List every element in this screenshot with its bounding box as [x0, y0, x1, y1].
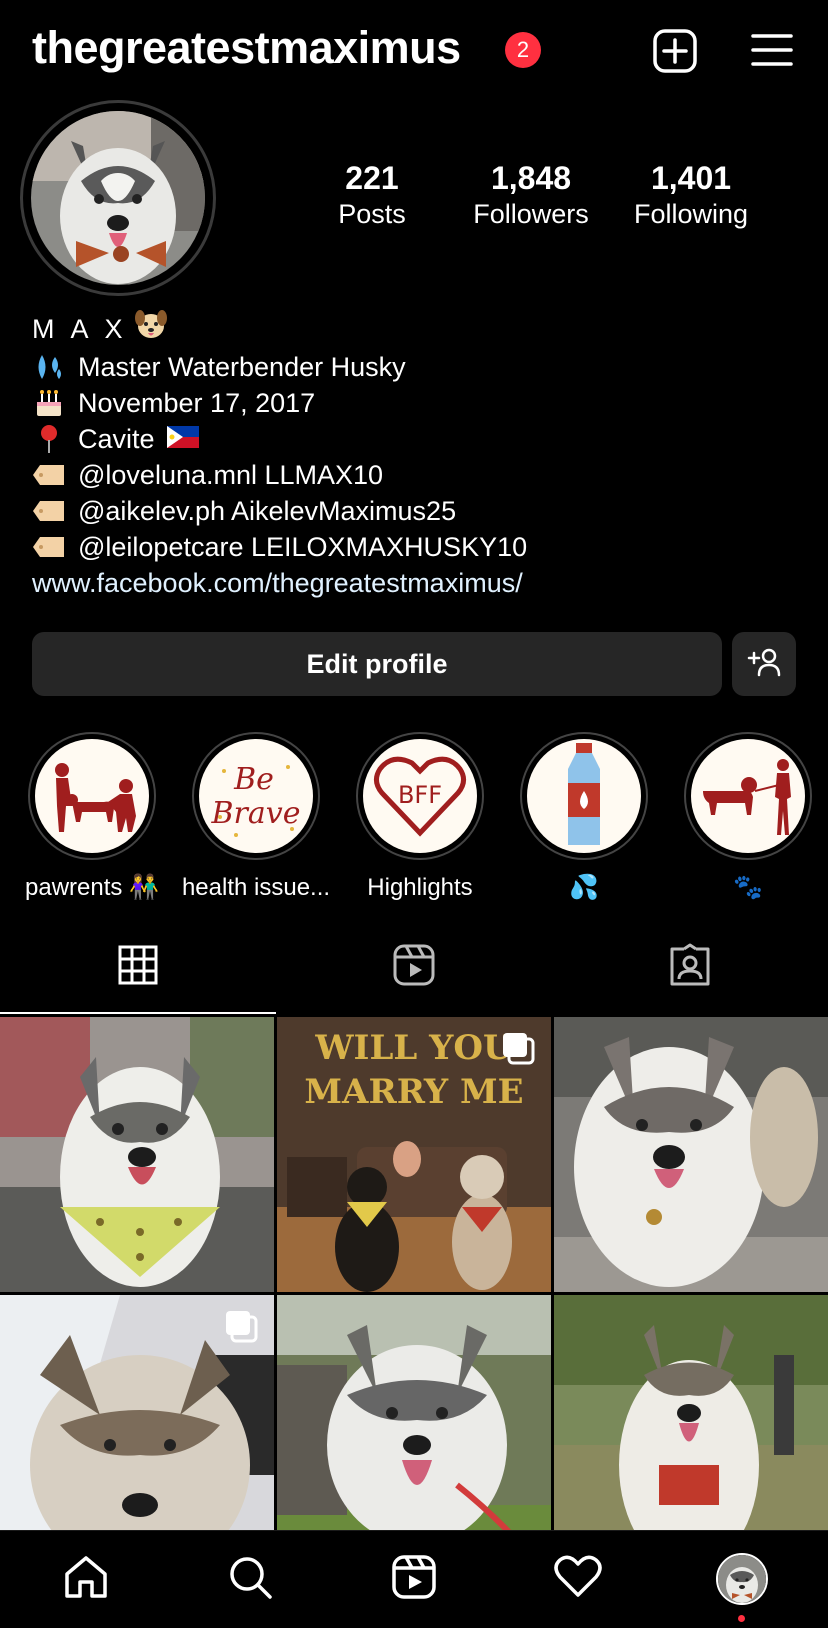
profile-avatar[interactable] — [31, 111, 205, 285]
water-bottle-icon — [527, 739, 641, 853]
highlight-ring — [520, 732, 648, 860]
bio-line-text: @loveluna.mnl LLMAX10 — [78, 460, 384, 490]
home-icon — [63, 1554, 109, 1605]
nav-activity[interactable] — [550, 1551, 606, 1607]
add-person-icon — [747, 647, 781, 682]
highlight-health-issue[interactable]: Be Brave health issue... — [174, 732, 338, 904]
bio-line-text: November 17, 2017 — [78, 388, 316, 418]
highlight-ring — [28, 732, 156, 860]
pin-icon — [32, 424, 66, 454]
edit-profile-button[interactable]: Edit profile — [32, 632, 722, 696]
grid-post-1[interactable] — [0, 1017, 274, 1292]
following-count[interactable]: 1,401 Following — [601, 160, 781, 232]
label-tag-icon — [32, 532, 66, 562]
discover-people-button[interactable] — [732, 632, 796, 696]
bio-website-link[interactable]: www.facebook.com/thegreatestmaximus/ — [32, 565, 802, 601]
username-title[interactable]: thegreatestmaximus — [32, 22, 461, 74]
bio-line-3: Cavite — [32, 421, 802, 457]
reels-icon — [391, 1554, 437, 1605]
grid-post-6[interactable] — [554, 1295, 828, 1570]
nav-search[interactable] — [222, 1551, 278, 1607]
bio-line-1: Master Waterbender Husky — [32, 349, 802, 385]
nav-reels[interactable] — [386, 1551, 442, 1607]
highlight-label: Highlights — [367, 874, 473, 901]
highlight-highlights[interactable]: BFF Highlights — [338, 732, 502, 904]
profile-notification-dot — [738, 1615, 745, 1622]
tab-tagged[interactable] — [552, 920, 828, 1014]
highlight-label: 💦 — [569, 874, 599, 901]
reels-icon — [392, 943, 436, 992]
family-dog-icon — [35, 739, 149, 853]
bio-line-6: @leilopetcare LEILOXMAXHUSKY10 — [32, 529, 802, 565]
dog-walk-icon — [691, 739, 805, 853]
profile-name: M A X — [32, 308, 802, 349]
bio-line-text: @leilopetcare LEILOXMAXHUSKY10 — [78, 532, 528, 562]
hamburger-menu-icon[interactable] — [750, 28, 796, 72]
svg-text:MARRY ME: MARRY ME — [304, 1072, 523, 1112]
label-tag-icon — [32, 460, 66, 490]
nav-home[interactable] — [58, 1551, 114, 1607]
highlight-ring: Be Brave — [192, 732, 320, 860]
active-tab-indicator — [0, 1012, 276, 1014]
bio-line-text: Cavite — [78, 424, 155, 454]
posts-value: 221 — [345, 160, 399, 196]
following-label: Following — [633, 199, 749, 229]
search-icon — [227, 1554, 273, 1605]
bottom-navigation — [0, 1530, 828, 1628]
grid-post-3[interactable] — [554, 1017, 828, 1292]
svg-text:WILL YOU: WILL YOU — [314, 1028, 512, 1068]
profile-tabs — [0, 920, 828, 1014]
highlight-label: health issue... — [181, 874, 331, 901]
label-tag-icon — [32, 496, 66, 526]
multi-photo-icon — [501, 1031, 535, 1070]
highlight-ring: BFF — [356, 732, 484, 860]
followers-count[interactable]: 1,848 Followers — [441, 160, 621, 232]
highlight-pawrents[interactable]: pawrents 👫 — [10, 732, 174, 904]
plus-square-icon[interactable] — [652, 28, 698, 73]
nav-profile[interactable] — [714, 1551, 770, 1607]
svg-text:BFF: BFF — [398, 781, 442, 809]
dog-face-icon — [134, 308, 168, 349]
tab-posts-grid[interactable] — [0, 920, 276, 1014]
highlight-ring — [684, 732, 812, 860]
bio-line-5: @aikelev.ph AikelevMaximus25 — [32, 493, 802, 529]
tab-reels[interactable] — [276, 920, 552, 1014]
profile-name-text: M A X — [32, 313, 128, 344]
highlight-paws[interactable]: 🐾 — [666, 732, 828, 904]
svg-text:Be: Be — [233, 762, 274, 797]
grid-post-5[interactable] — [277, 1295, 551, 1570]
bio-line-text: @aikelev.ph AikelevMaximus25 — [78, 496, 457, 526]
following-value: 1,401 — [650, 160, 732, 196]
followers-label: Followers — [473, 199, 589, 229]
grid-post-2[interactable]: WILL YOU MARRY ME — [277, 1017, 551, 1292]
followers-value: 1,848 — [490, 160, 572, 196]
philippines-flag-icon — [166, 421, 199, 457]
profile-avatar-icon — [716, 1553, 768, 1605]
grid-icon — [118, 945, 158, 990]
grid-post-4[interactable] — [0, 1295, 274, 1570]
multi-photo-icon — [224, 1309, 258, 1348]
heart-icon — [554, 1555, 602, 1604]
bio-line-2: November 17, 2017 — [32, 385, 802, 421]
highlight-label: pawrents 👫 — [25, 874, 159, 901]
svg-text:Brave: Brave — [211, 796, 301, 831]
posts-label: Posts — [338, 199, 406, 229]
posts-count[interactable]: 221 Posts — [282, 160, 462, 232]
bio-section: M A X Master Waterbender Husky November … — [32, 308, 802, 601]
bff-heart-icon: BFF — [363, 739, 477, 853]
tagged-person-icon — [668, 943, 712, 992]
highlight-water[interactable]: 💦 — [502, 732, 666, 904]
bio-line-text: Master Waterbender Husky — [78, 352, 406, 382]
sweat-droplets-icon — [32, 352, 66, 382]
bio-line-4: @loveluna.mnl LLMAX10 — [32, 457, 802, 493]
birthday-cake-icon — [32, 388, 66, 418]
be-brave-icon: Be Brave — [199, 739, 313, 853]
notification-badge[interactable]: 2 — [505, 32, 541, 68]
highlight-label: 🐾 — [733, 874, 763, 901]
top-header: thegreatestmaximus 2 — [0, 0, 828, 100]
